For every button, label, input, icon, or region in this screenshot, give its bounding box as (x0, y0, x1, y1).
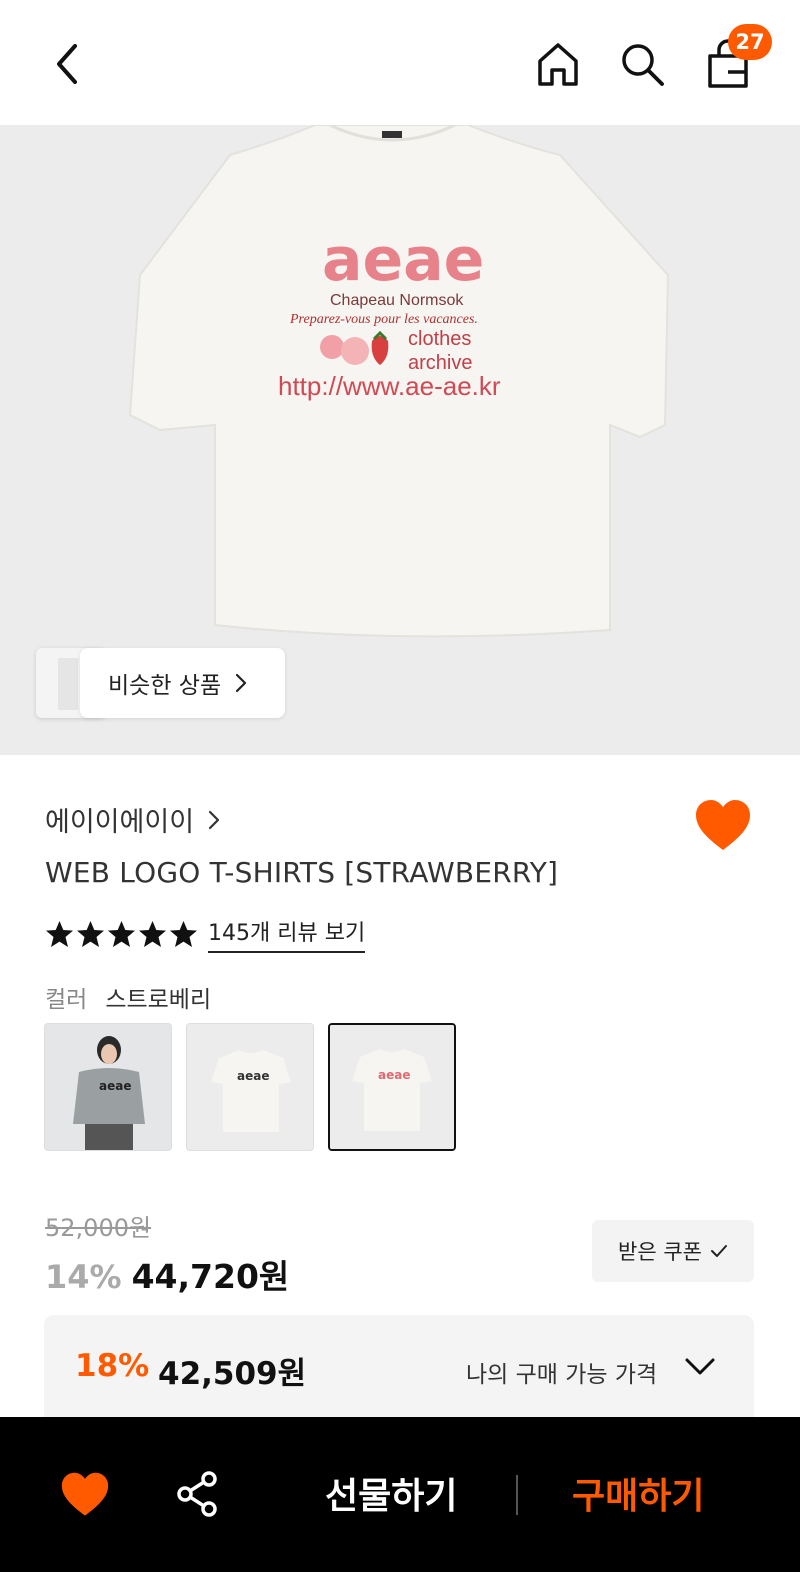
color-label: 컬러 (45, 987, 88, 1013)
wishlist-button[interactable] (694, 798, 752, 854)
review-link[interactable]: 145개 리뷰 보기 (208, 915, 366, 953)
similar-products-label: 비슷한 상품 (108, 673, 222, 699)
sale-price-row: 14% 44,720원 (45, 1250, 289, 1298)
product-title: WEB LOGO T-SHIRTS [STRAWBERRY] (45, 856, 559, 889)
bottom-action-bar: 선물하기 구매하기 (0, 1417, 800, 1572)
chevron-left-icon (57, 44, 77, 84)
color-value: 스트로베리 (105, 987, 212, 1013)
share-icon (177, 1471, 217, 1517)
share-button[interactable] (175, 1470, 221, 1518)
received-coupon-button[interactable]: 받은 쿠폰 (592, 1220, 754, 1282)
my-discount-rate: 18% (75, 1348, 150, 1384)
wishlist-button[interactable] (60, 1471, 110, 1519)
cart-count-badge: 27 (728, 24, 772, 60)
top-nav-bar: 27 (0, 0, 800, 125)
svg-text:http://www.ae-ae.kr: http://www.ae-ae.kr (278, 371, 501, 401)
back-button[interactable] (40, 36, 96, 92)
coupon-label: 받은 쿠폰 (618, 1240, 702, 1264)
heart-icon (696, 800, 750, 850)
svg-text:Preparez-vous pour les vacance: Preparez-vous pour les vacances. (289, 312, 478, 327)
color-swatch-gray[interactable]: aeae (44, 1023, 172, 1151)
similar-products-button[interactable]: 비슷한 상품 (80, 648, 285, 718)
star-icon (46, 921, 73, 947)
star-rating (45, 920, 198, 948)
svg-text:clothes: clothes (408, 328, 471, 350)
rating-row: 145개 리뷰 보기 (45, 915, 366, 953)
star-icon (77, 921, 104, 947)
chevron-down-icon (685, 1358, 715, 1375)
star-icon (139, 921, 166, 947)
sale-price: 44,720원 (131, 1257, 290, 1296)
svg-text:Chapeau Normsok: Chapeau Normsok (330, 292, 464, 309)
svg-text:aeae: aeae (99, 1079, 131, 1093)
color-option-row: 컬러 스트로베리 (45, 980, 211, 1014)
my-price: 42,509원 (158, 1356, 307, 1392)
svg-text:aeae: aeae (378, 1068, 410, 1082)
divider (516, 1475, 518, 1515)
my-price-label: 나의 구매 가능 가격 (466, 1362, 658, 1388)
heart-icon (61, 1472, 109, 1516)
svg-text:aeae: aeae (237, 1069, 269, 1083)
home-button[interactable] (530, 36, 586, 92)
buy-button[interactable]: 구매하기 (572, 1467, 704, 1519)
my-best-price-box[interactable]: 18% 42,509원 나의 구매 가능 가격 (44, 1315, 754, 1425)
star-icon (108, 921, 135, 947)
brand-name: 에이이에이이 (45, 807, 195, 838)
color-swatch-white[interactable]: aeae (186, 1023, 314, 1151)
original-price: 52,000원 (45, 1214, 152, 1242)
search-icon (622, 44, 664, 86)
color-swatch-strawberry[interactable]: aeae (328, 1023, 456, 1151)
discount-rate: 14% (45, 1258, 122, 1296)
star-icon (170, 921, 197, 947)
check-icon (710, 1245, 727, 1257)
chevron-right-icon (208, 810, 220, 829)
gift-button[interactable]: 선물하기 (325, 1467, 457, 1519)
brand-link[interactable]: 에이이에이이 (45, 800, 220, 839)
logo-mark: aeae (322, 225, 484, 295)
svg-text:aeae: aeae (322, 225, 484, 295)
home-icon (538, 43, 578, 86)
search-button[interactable] (614, 36, 670, 92)
chevron-right-icon (236, 673, 247, 693)
